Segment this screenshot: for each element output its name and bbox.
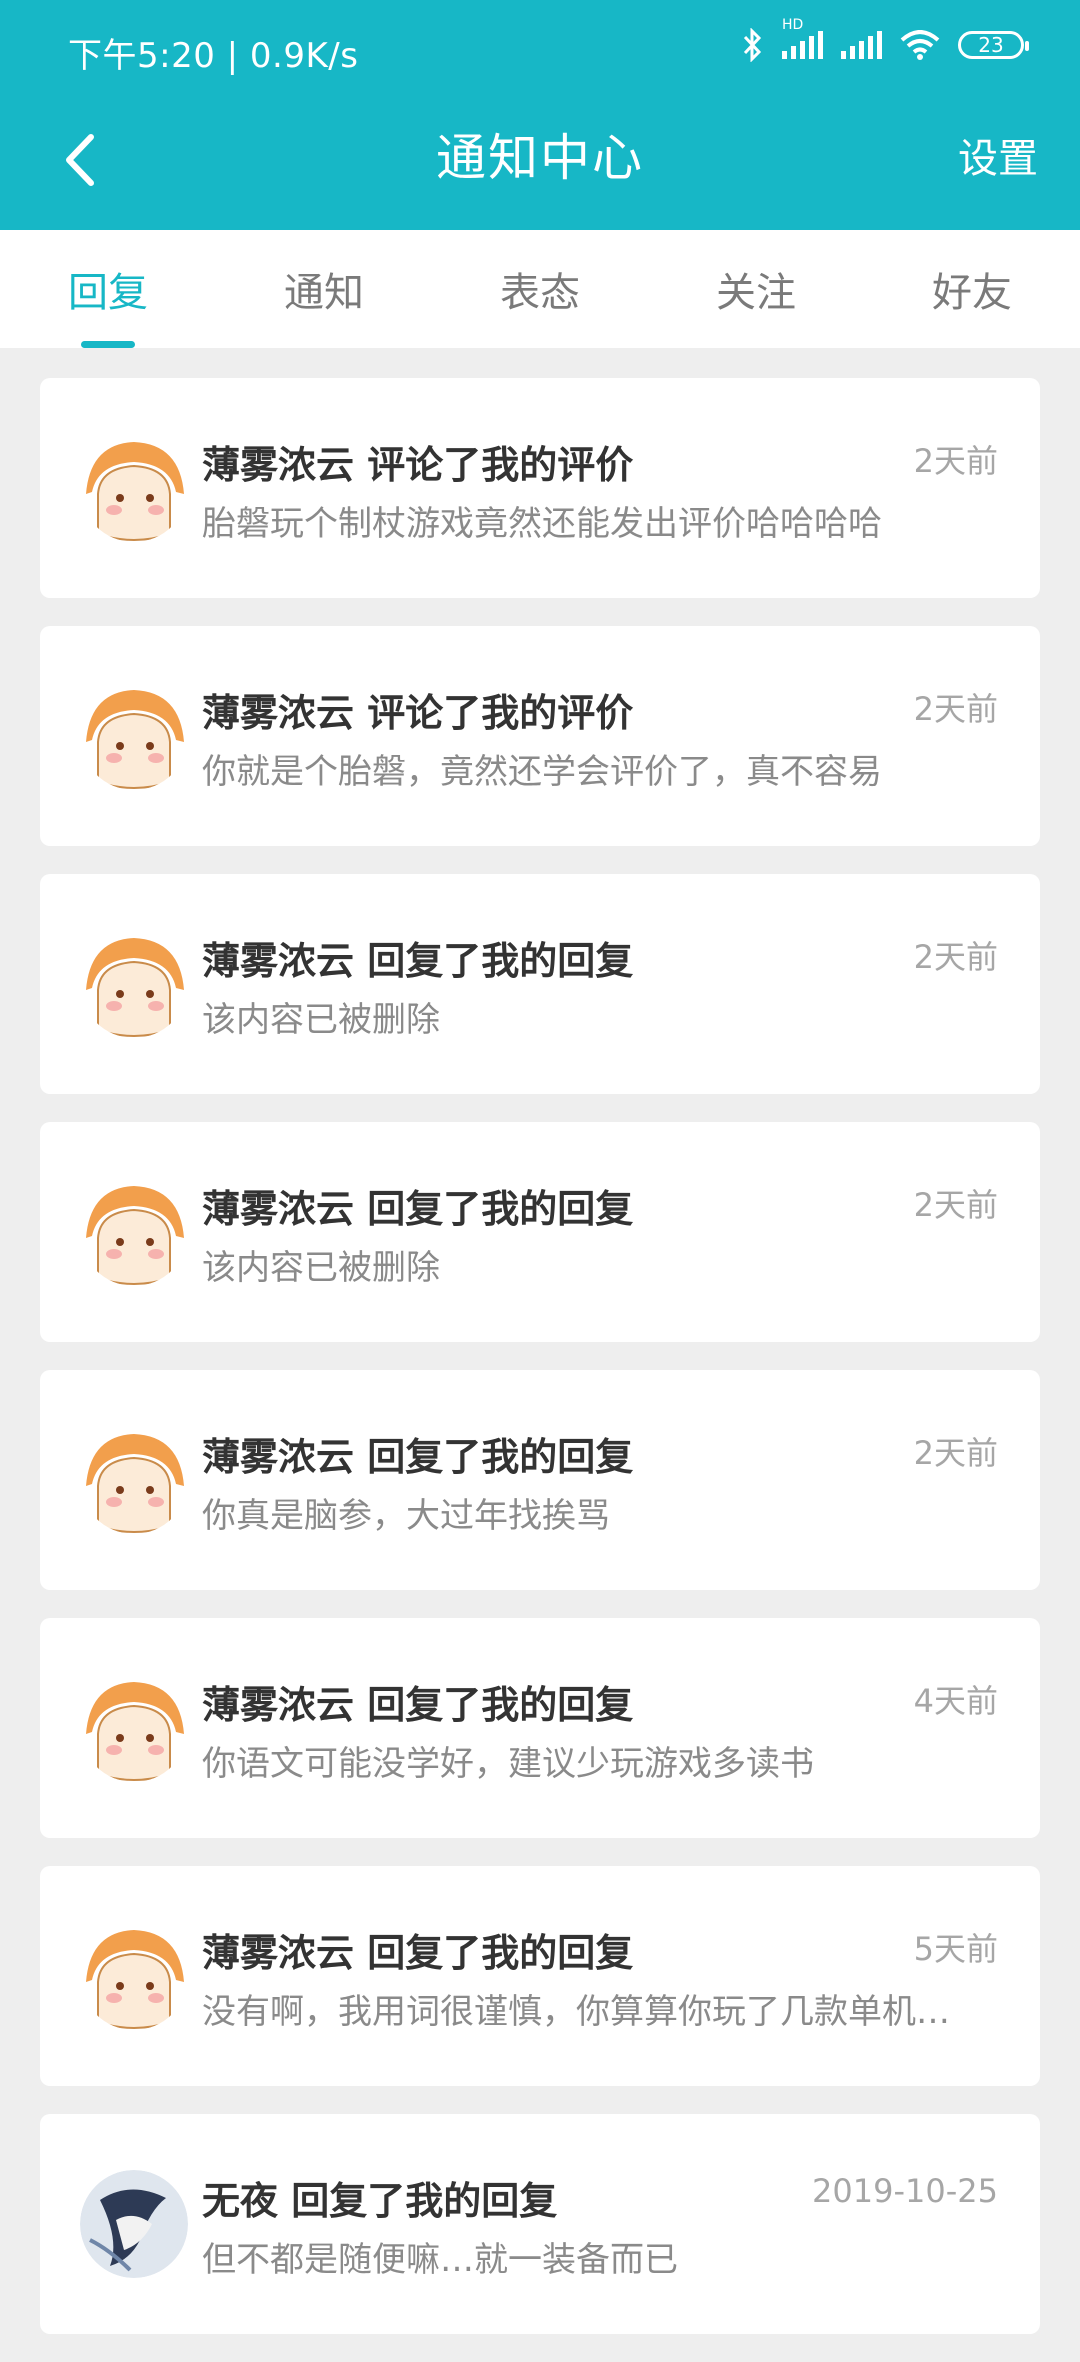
notification-item[interactable]: 薄雾浓云 回复了我的回复 5天前 没有啊，我用词很谨慎，你算算你玩了几款单机… bbox=[40, 1866, 1040, 2086]
avatar[interactable] bbox=[80, 434, 188, 542]
tab-follows[interactable]: 关注 bbox=[648, 230, 864, 348]
notification-title: 薄雾浓云 回复了我的回复 bbox=[202, 1178, 633, 1233]
tab-notifications[interactable]: 通知 bbox=[216, 230, 432, 348]
user-name: 薄雾浓云 bbox=[202, 939, 355, 983]
notification-list: 薄雾浓云 评论了我的评价 2天前 胎磐玩个制杖游戏竟然还能发出评价哈哈哈哈 薄雾… bbox=[40, 378, 1040, 2362]
hd-label: HD bbox=[782, 17, 804, 33]
avatar[interactable] bbox=[80, 1426, 188, 1534]
notification-item[interactable]: 薄雾浓云 回复了我的回复 2天前 你真是脑参，大过年找挨骂 bbox=[40, 1370, 1040, 1590]
notification-content: 该内容已被删除 bbox=[202, 1000, 440, 1040]
notification-item[interactable]: 薄雾浓云 回复了我的回复 2天前 该内容已被删除 bbox=[40, 874, 1040, 1094]
notification-title: 无夜 回复了我的回复 bbox=[202, 2170, 557, 2225]
notification-content: 你语文可能没学好，建议少玩游戏多读书 bbox=[202, 1744, 814, 1784]
notification-item[interactable]: 薄雾浓云 回复了我的回复 2天前 该内容已被删除 bbox=[40, 1122, 1040, 1342]
tab-reactions[interactable]: 表态 bbox=[432, 230, 648, 348]
notification-item[interactable]: 薄雾浓云 评论了我的评价 2天前 你就是个胎磐，竟然还学会评价了，真不容易 bbox=[40, 626, 1040, 846]
user-name: 薄雾浓云 bbox=[202, 1683, 355, 1727]
notification-item[interactable]: 薄雾浓云 评论了我的评价 2天前 胎磐玩个制杖游戏竟然还能发出评价哈哈哈哈 bbox=[40, 378, 1040, 598]
notification-content: 你就是个胎磐，竟然还学会评价了，真不容易 bbox=[202, 752, 882, 792]
user-name: 薄雾浓云 bbox=[202, 1187, 355, 1231]
notification-title: 薄雾浓云 评论了我的评价 bbox=[202, 434, 633, 489]
notification-content: 该内容已被删除 bbox=[202, 1248, 440, 1288]
user-name: 无夜 bbox=[202, 2179, 279, 2223]
notification-content: 但不都是随便嘛…就一装备而已 bbox=[202, 2240, 678, 2280]
timestamp: 2天前 bbox=[913, 1186, 998, 1224]
action-text: 回复了我的回复 bbox=[367, 1683, 634, 1727]
avatar[interactable] bbox=[80, 682, 188, 790]
battery-icon: 23 bbox=[958, 31, 1029, 59]
notification-title: 薄雾浓云 回复了我的回复 bbox=[202, 1426, 633, 1481]
avatar[interactable] bbox=[80, 1674, 188, 1782]
action-text: 回复了我的回复 bbox=[291, 2179, 558, 2223]
timestamp: 2019-10-25 bbox=[812, 2172, 998, 2210]
avatar[interactable] bbox=[80, 2170, 188, 2278]
action-text: 回复了我的回复 bbox=[367, 939, 634, 983]
signal-icon bbox=[841, 31, 882, 59]
notification-content: 胎磐玩个制杖游戏竟然还能发出评价哈哈哈哈 bbox=[202, 504, 882, 544]
battery-level: 23 bbox=[978, 33, 1004, 57]
bluetooth-icon bbox=[743, 28, 762, 62]
action-text: 评论了我的评价 bbox=[367, 691, 634, 735]
timestamp: 2天前 bbox=[913, 690, 998, 728]
notification-content: 没有啊，我用词很谨慎，你算算你玩了几款单机… bbox=[202, 1992, 950, 2032]
notification-title: 薄雾浓云 回复了我的回复 bbox=[202, 1674, 633, 1729]
notification-item[interactable]: 薄雾浓云 回复了我的回复 4天前 你语文可能没学好，建议少玩游戏多读书 bbox=[40, 1618, 1040, 1838]
tab-bar: 回复 通知 表态 关注 好友 bbox=[0, 230, 1080, 348]
action-text: 回复了我的回复 bbox=[367, 1187, 634, 1231]
notification-item[interactable]: 无夜 回复了我的回复 2019-10-25 但不都是随便嘛…就一装备而已 bbox=[40, 2114, 1040, 2334]
timestamp: 2天前 bbox=[913, 442, 998, 480]
user-name: 薄雾浓云 bbox=[202, 443, 355, 487]
status-icons: HD 23 bbox=[742, 17, 1029, 62]
timestamp: 2天前 bbox=[913, 938, 998, 976]
wifi-icon bbox=[900, 30, 940, 60]
avatar[interactable] bbox=[80, 1178, 188, 1286]
notification-title: 薄雾浓云 回复了我的回复 bbox=[202, 1922, 633, 1977]
avatar[interactable] bbox=[80, 930, 188, 1038]
user-name: 薄雾浓云 bbox=[202, 1931, 355, 1975]
tab-friends[interactable]: 好友 bbox=[864, 230, 1080, 348]
page-title: 通知中心 bbox=[436, 129, 644, 187]
status-time-speed: 下午5:20 | 0.9K/s bbox=[68, 36, 359, 76]
notification-title: 薄雾浓云 回复了我的回复 bbox=[202, 930, 633, 985]
notification-content: 你真是脑参，大过年找挨骂 bbox=[202, 1496, 610, 1536]
settings-button[interactable]: 设置 bbox=[958, 126, 1038, 184]
signal-hd-icon: HD bbox=[782, 17, 823, 59]
notification-title: 薄雾浓云 评论了我的评价 bbox=[202, 682, 633, 737]
action-text: 回复了我的回复 bbox=[367, 1931, 634, 1975]
timestamp: 5天前 bbox=[913, 1930, 998, 1968]
action-text: 回复了我的回复 bbox=[367, 1435, 634, 1479]
action-text: 评论了我的评价 bbox=[367, 443, 634, 487]
user-name: 薄雾浓云 bbox=[202, 691, 355, 735]
timestamp: 4天前 bbox=[913, 1682, 998, 1720]
tab-replies[interactable]: 回复 bbox=[0, 230, 216, 348]
app-bar: 通知中心 设置 bbox=[0, 100, 1080, 230]
avatar[interactable] bbox=[80, 1922, 188, 2030]
user-name: 薄雾浓云 bbox=[202, 1435, 355, 1479]
timestamp: 2天前 bbox=[913, 1434, 998, 1472]
status-bar: 下午5:20 | 0.9K/s HD 23 bbox=[0, 0, 1080, 100]
